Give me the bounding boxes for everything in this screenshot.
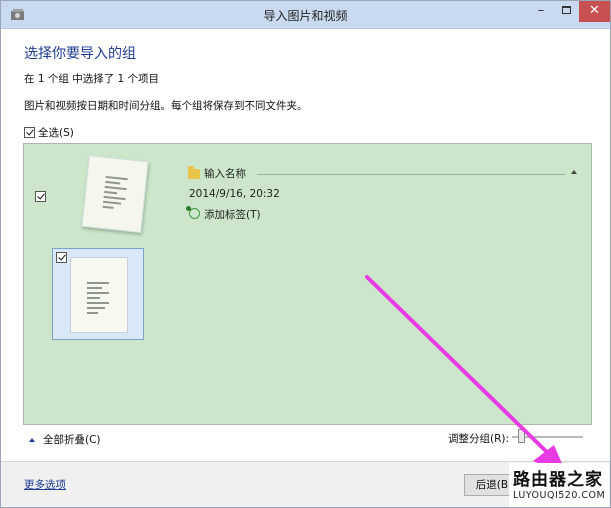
close-button[interactable]: ✕ bbox=[579, 1, 610, 22]
window-title: 导入图片和视频 bbox=[263, 9, 348, 23]
group-collapse-icon[interactable] bbox=[571, 170, 577, 174]
page-heading: 选择你要导入的组 bbox=[24, 46, 136, 62]
watermark-url: LUYOUQI520.COM bbox=[513, 490, 606, 501]
minimize-button[interactable]: – bbox=[528, 1, 554, 22]
adjust-groups-slider-thumb[interactable] bbox=[518, 429, 525, 443]
collapse-all-button[interactable]: 全部折叠(C) bbox=[29, 432, 101, 447]
adjust-groups-label: 调整分组(R): bbox=[448, 433, 510, 445]
import-dialog-window: 导入图片和视频 – ✕ 选择你要导入的组 在 1 个组 中选择了 1 个项目 图… bbox=[0, 0, 611, 508]
group-thumbnail[interactable] bbox=[81, 155, 149, 233]
title-bar[interactable]: 导入图片和视频 – ✕ bbox=[1, 1, 610, 29]
group-date: 2014/9/16, 20:32 bbox=[189, 188, 280, 200]
item-document-icon bbox=[87, 282, 109, 317]
group-checkbox[interactable] bbox=[35, 191, 46, 202]
select-all-toggle[interactable]: 全选(S) bbox=[24, 125, 74, 140]
select-all-label: 全选(S) bbox=[38, 127, 74, 139]
watermark-title: 路由器之家 bbox=[513, 470, 603, 490]
group-name-input[interactable]: 输入名称 bbox=[204, 166, 246, 181]
photo-item[interactable] bbox=[52, 248, 144, 340]
photo-item-checkbox[interactable] bbox=[56, 252, 67, 263]
folder-icon bbox=[188, 166, 200, 179]
maximize-button[interactable] bbox=[554, 1, 579, 22]
maximize-icon bbox=[562, 6, 571, 14]
thumbnail-document-icon bbox=[102, 175, 128, 213]
tag-icon bbox=[186, 206, 200, 219]
site-watermark-logo: 路由器之家 LUYOUQI520.COM bbox=[509, 463, 609, 507]
add-tag-link[interactable]: 添加标签(T) bbox=[204, 207, 261, 222]
collapse-all-label: 全部折叠(C) bbox=[43, 434, 101, 446]
group-panel: 输入名称 2014/9/16, 20:32 添加标签(T) bbox=[23, 143, 592, 425]
more-options-link[interactable]: 更多选项 bbox=[24, 477, 66, 492]
selection-status: 在 1 个组 中选择了 1 个项目 bbox=[24, 73, 160, 85]
group-divider bbox=[257, 174, 565, 175]
select-all-checkbox[interactable] bbox=[24, 127, 35, 138]
photo-item-thumbnail bbox=[70, 257, 128, 333]
grouping-description: 图片和视频按日期和时间分组。每个组将保存到不同文件夹。 bbox=[24, 100, 308, 112]
chevron-up-icon bbox=[29, 437, 35, 442]
